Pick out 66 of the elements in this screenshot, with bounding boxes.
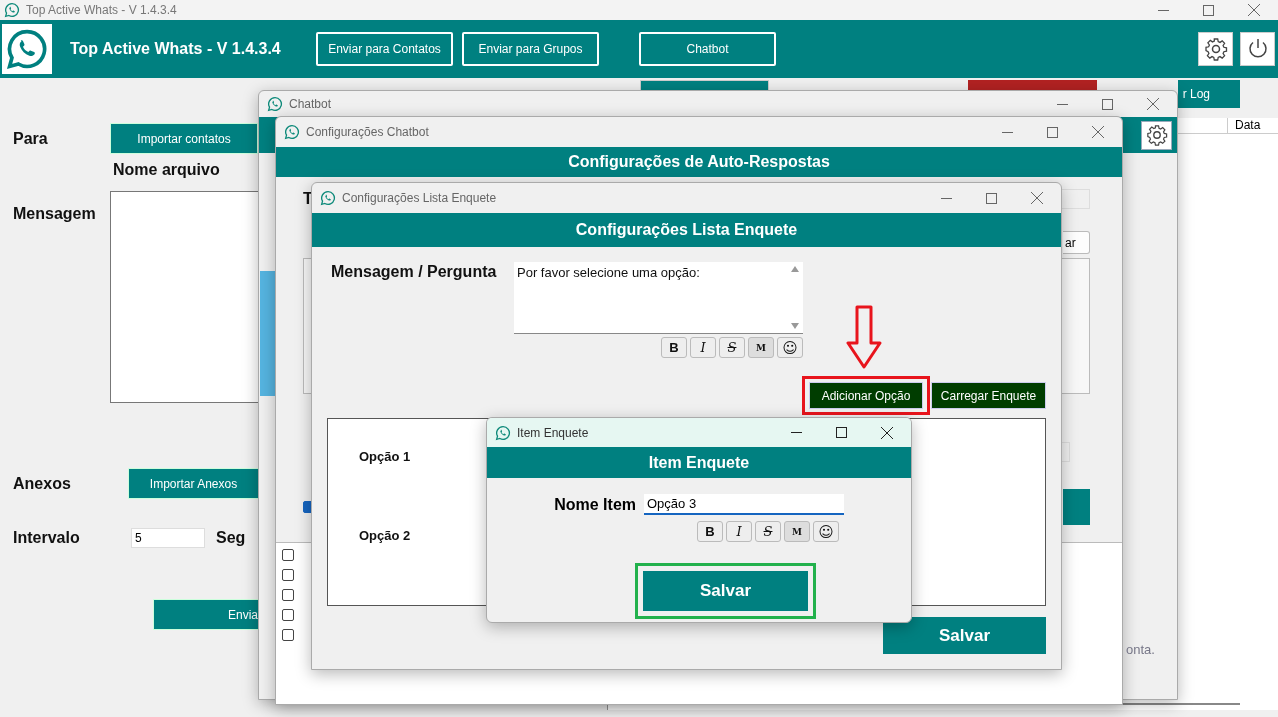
power-button[interactable]	[1240, 32, 1275, 66]
checkbox[interactable]	[282, 569, 294, 581]
field-label: Anexos	[13, 474, 72, 493]
item-name-field[interactable]: Opção 3	[644, 494, 844, 515]
format-button[interactable]: I	[690, 337, 716, 358]
field-label: Nome Item	[553, 495, 636, 514]
save-button[interactable]: Salvar	[643, 571, 808, 611]
message-field[interactable]: Por favor selecione uma opção:	[514, 262, 803, 334]
option-item[interactable]: Opção 2	[359, 528, 411, 543]
maximize-icon[interactable]	[836, 427, 847, 438]
interval-field[interactable]: 5	[131, 528, 205, 548]
phone-bubble-icon	[4, 2, 20, 18]
phone-bubble-icon	[320, 190, 336, 206]
checkbox[interactable]	[282, 609, 294, 621]
window-title: Top Active Whats - V 1.4.3.4	[26, 3, 177, 17]
nav-button[interactable]: Enviar para Grupos	[462, 32, 599, 66]
phone-bubble-icon	[495, 424, 511, 441]
scroll-down-icon[interactable]	[791, 323, 799, 329]
scroll-up-icon[interactable]	[791, 266, 799, 272]
clear-log-button[interactable]: r Log	[1178, 80, 1240, 108]
section-heading: Item Enquete	[487, 447, 911, 478]
field-label: Mensagem / Pergunta	[330, 263, 498, 281]
checkbox[interactable]	[282, 589, 294, 601]
format-button[interactable]: B	[697, 521, 723, 542]
window-title: Item Enquete	[517, 425, 589, 440]
window-title: Chatbot	[289, 97, 332, 111]
note-text: onta.	[1126, 642, 1155, 657]
format-button[interactable]: ☺	[813, 521, 839, 542]
field-label: Intervalo	[13, 529, 81, 547]
format-button[interactable]: B	[661, 337, 687, 358]
phone-bubble-icon	[284, 124, 300, 140]
add-option-button[interactable]: Adicionar Opção	[809, 382, 923, 409]
option-item[interactable]: Opção 1	[359, 449, 411, 464]
app-title: Top Active Whats - V 1.4.3.4	[70, 40, 282, 58]
format-button[interactable]: S	[719, 337, 745, 358]
format-button[interactable]: ☺	[777, 337, 803, 358]
section-heading: Configurações Lista Enquete	[312, 213, 1061, 247]
nav-button[interactable]: Chatbot	[639, 32, 776, 66]
close-icon[interactable]	[881, 426, 893, 439]
window-title: Configurações Lista Enquete	[342, 191, 497, 205]
phone-bubble-icon	[267, 96, 283, 112]
save-button[interactable]: Salvar	[883, 617, 1046, 654]
send-button[interactable]: Envia	[153, 599, 259, 630]
load-poll-button[interactable]: Carregar Enquete	[931, 382, 1046, 409]
window-title: Configurações Chatbot	[306, 125, 429, 139]
settings-button[interactable]	[1141, 120, 1172, 150]
format-button[interactable]: S	[755, 521, 781, 542]
nav-button[interactable]: Enviar para Contatos	[316, 32, 453, 66]
settings-button[interactable]	[1198, 32, 1233, 66]
action-button[interactable]: ar	[1063, 231, 1090, 254]
format-button[interactable]: I	[726, 521, 752, 542]
unit-label: Seg	[216, 529, 246, 547]
field-label: Mensagem	[13, 205, 97, 223]
text-field[interactable]	[1062, 442, 1070, 462]
format-button[interactable]: M	[748, 337, 774, 358]
settings-icon	[1145, 124, 1168, 146]
checkbox[interactable]	[282, 549, 294, 561]
column-header: Data	[1227, 118, 1278, 133]
import-attachments-button[interactable]: Importar Anexos	[128, 468, 259, 499]
import-contacts-button[interactable]: Importar contatos	[110, 123, 258, 154]
field-label: Para	[13, 129, 49, 148]
down-arrow-icon	[846, 305, 882, 369]
checkbox[interactable]	[282, 629, 294, 641]
settings-icon	[1203, 37, 1228, 61]
format-button[interactable]: M	[784, 521, 810, 542]
section-heading: Configurações de Auto-Respostas	[276, 147, 1122, 177]
